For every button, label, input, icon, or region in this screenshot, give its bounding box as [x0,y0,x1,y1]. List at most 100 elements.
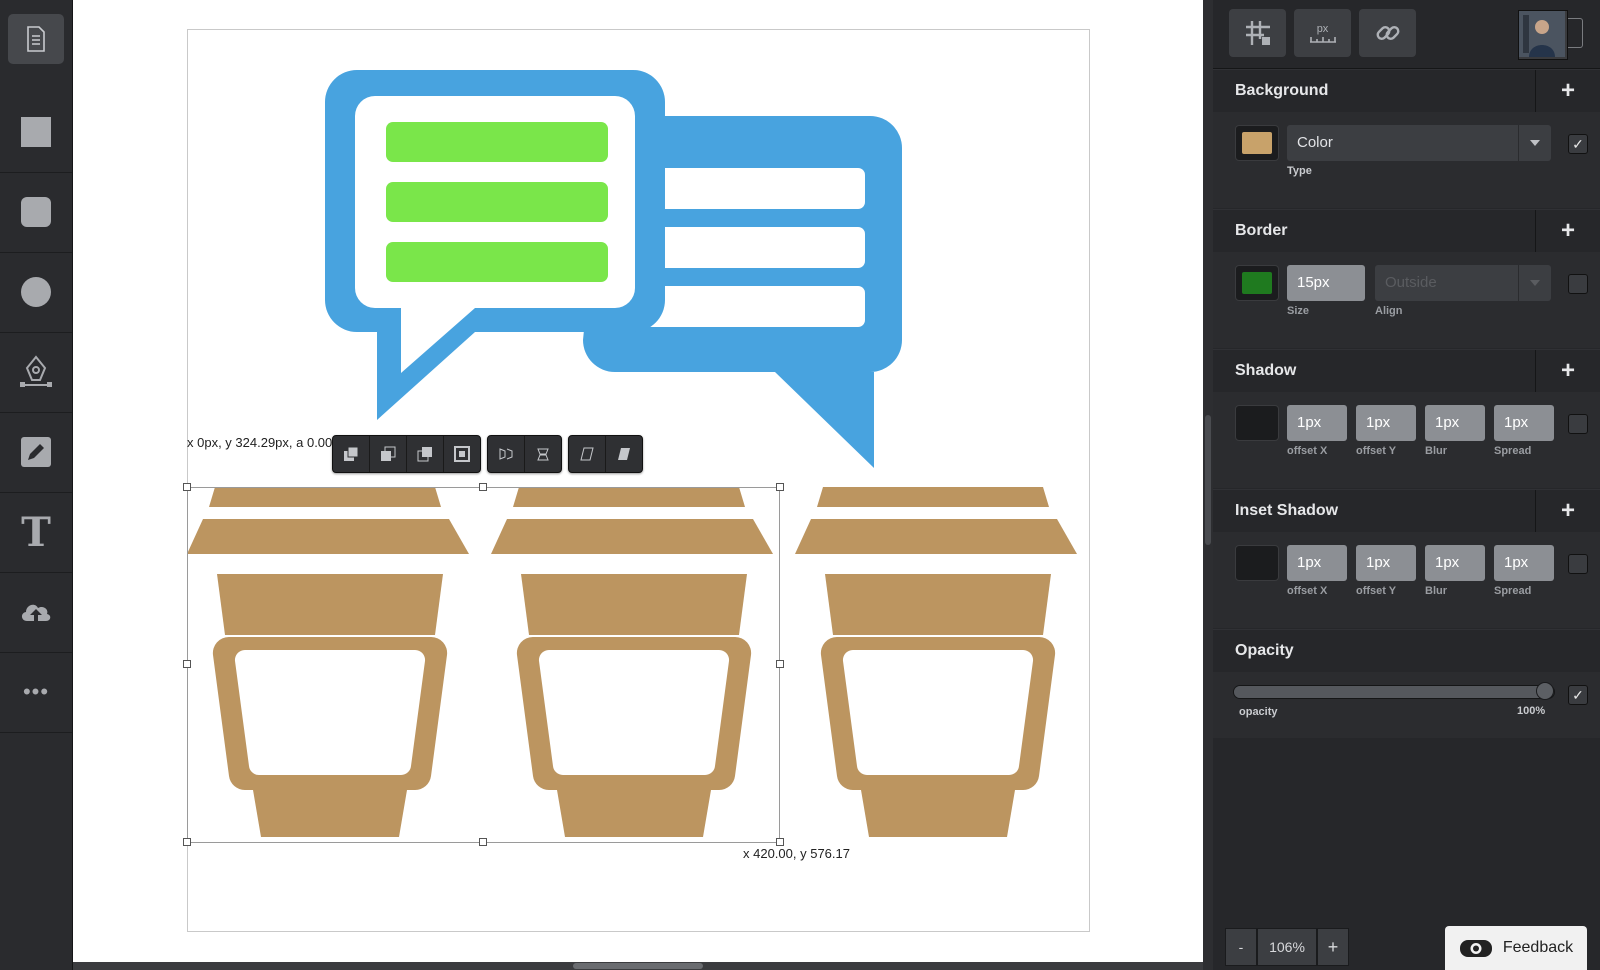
send-to-back-button[interactable] [444,436,480,472]
coffee-cup-3 [795,487,1077,837]
text-icon: T [21,508,51,556]
ellipse-tool-button[interactable] [0,252,72,333]
bring-to-front-icon [344,446,359,461]
resize-handle-right[interactable] [776,660,784,668]
border-section-header: Border + [1213,209,1600,253]
section-title: Background [1235,82,1329,99]
add-background-button[interactable]: + [1535,70,1600,112]
resize-handle-top-right[interactable] [776,483,784,491]
shadow-offset-x-input[interactable]: 1px [1287,405,1347,441]
pages-icon[interactable] [1568,18,1583,48]
spread-label: Spread [1494,445,1532,457]
units-button[interactable]: px [1294,9,1351,57]
add-shadow-button[interactable]: + [1535,350,1600,392]
bring-forward-icon [381,446,396,461]
inset-spread-input[interactable]: 1px [1494,545,1554,581]
feedback-button[interactable]: Feedback [1445,926,1587,970]
opacity-enabled-checkbox[interactable]: ✓ [1568,685,1588,705]
shadow-offset-y-input[interactable]: 1px [1356,405,1416,441]
resize-handle-left[interactable] [183,660,191,668]
link-icon [1376,26,1399,40]
chevron-down-icon [1518,265,1551,301]
type-label: Type [1287,165,1312,177]
border-align-select[interactable]: Outside [1375,265,1551,301]
pencil-tool-button[interactable] [0,412,72,493]
text-tool-button[interactable]: T [0,492,72,573]
grid-button[interactable] [1229,9,1286,57]
user-avatar[interactable] [1518,10,1568,60]
inset-shadow-color-swatch[interactable] [1235,545,1279,581]
more-tools-button[interactable]: ••• [0,652,72,733]
zoom-level[interactable]: 106% [1257,928,1317,966]
shadow-color-swatch[interactable] [1235,405,1279,441]
resize-handle-bottom[interactable] [479,838,487,846]
offset-x-label: offset X [1287,445,1328,457]
shadow-spread-input[interactable]: 1px [1494,405,1554,441]
rectangle-tool-button[interactable] [0,92,72,173]
selection-box[interactable] [187,487,780,843]
skew-group [568,435,643,473]
shadow-enabled-checkbox[interactable] [1568,414,1588,434]
bring-forward-button[interactable] [370,436,407,472]
swatch-fill [1242,552,1272,574]
bring-to-front-button[interactable] [333,436,370,472]
swatch-fill [1242,412,1272,434]
chevron-down-icon [1518,125,1551,161]
opacity-label: opacity [1239,706,1278,718]
border-color-swatch[interactable] [1235,265,1279,301]
shadow-section: 1px 1px 1px 1px offset X offset Y Blur S… [1213,392,1600,488]
skew-right-button[interactable] [606,436,642,472]
background-color-swatch[interactable] [1235,125,1279,161]
pen-tool-button[interactable] [0,332,72,413]
flip-group [487,435,562,473]
resize-handle-top-left[interactable] [183,483,191,491]
inset-offset-x-input[interactable]: 1px [1287,545,1347,581]
resize-handle-bottom-right[interactable] [776,838,784,846]
shadow-blur-input[interactable]: 1px [1425,405,1485,441]
add-inset-shadow-button[interactable]: + [1535,490,1600,532]
vertical-scroll-thumb[interactable] [1205,415,1211,545]
horizontal-scrollbar[interactable] [73,962,1203,970]
inset-shadow-enabled-checkbox[interactable] [1568,554,1588,574]
document-icon [27,26,45,52]
chat-bubbles-graphic[interactable] [325,68,925,473]
link-button[interactable] [1359,9,1416,57]
skew-right-icon [618,448,630,460]
opacity-slider-thumb[interactable] [1536,682,1554,700]
ellipse-icon [21,277,51,307]
rounded-rectangle-tool-button[interactable] [0,172,72,253]
send-backward-button[interactable] [407,436,444,472]
border-size-input[interactable]: 15px [1287,265,1365,301]
opacity-section-header: Opacity [1213,629,1600,673]
add-border-button[interactable]: + [1535,210,1600,252]
background-section: Color Type ✓ [1213,112,1600,208]
shadow-section-header: Shadow + [1213,349,1600,393]
swatch-fill [1242,132,1272,154]
position-readout: x 0px, y 324.29px, a 0.00 [187,435,333,450]
horizontal-scroll-thumb[interactable] [573,963,703,969]
background-type-select[interactable]: Color [1287,125,1551,161]
feedback-label: Feedback [1502,939,1574,956]
flip-horizontal-button[interactable] [488,436,525,472]
inset-offset-y-input[interactable]: 1px [1356,545,1416,581]
size-label: Size [1287,305,1310,317]
skew-left-button[interactable] [569,436,606,472]
resize-handle-top[interactable] [479,483,487,491]
section-title: Border [1235,222,1288,239]
align-label: Align [1375,305,1403,317]
background-enabled-checkbox[interactable]: ✓ [1568,134,1588,154]
border-enabled-checkbox[interactable] [1568,274,1588,294]
flip-vertical-button[interactable] [525,436,561,472]
pen-tool-icon [20,355,52,387]
zoom-out-button[interactable]: - [1225,928,1257,966]
offset-x-label: offset X [1287,585,1328,597]
swatch-fill [1242,272,1272,294]
offset-y-label: offset Y [1356,585,1397,597]
inset-blur-input[interactable]: 1px [1425,545,1485,581]
zoom-in-button[interactable]: + [1317,928,1349,966]
resize-handle-bottom-left[interactable] [183,838,191,846]
inset-shadow-section-header: Inset Shadow + [1213,489,1600,533]
document-button[interactable] [8,14,64,64]
upload-button[interactable] [0,572,72,653]
opacity-slider-track[interactable] [1233,682,1555,700]
